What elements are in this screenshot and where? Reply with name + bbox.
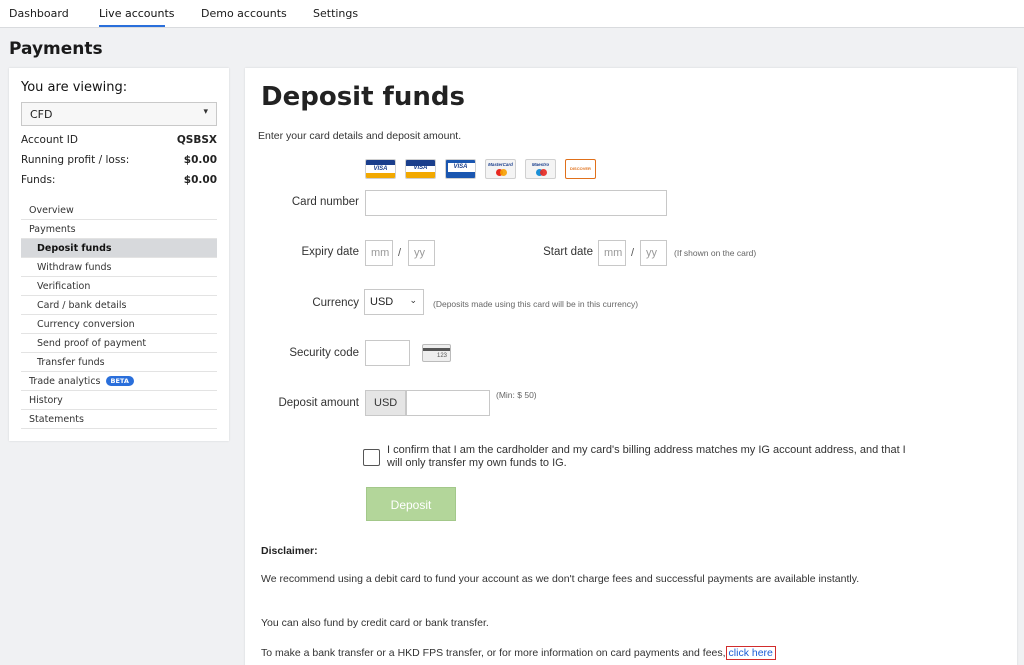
expiry-month-input[interactable]: mm (365, 240, 393, 266)
expiry-year-input[interactable]: yy (408, 240, 435, 266)
running-pl-label: Running profit / loss: (21, 154, 130, 166)
deposit-amount-input[interactable] (406, 390, 490, 416)
sidebar-item-currency-conversion[interactable]: Currency conversion (21, 315, 217, 334)
sidebar-item-statements[interactable]: Statements (21, 410, 217, 429)
tab-demo-accounts[interactable]: Demo accounts (201, 7, 287, 20)
sidebar-item-label: Verification (37, 281, 91, 292)
cvv-hint-text: 123 (436, 353, 447, 359)
start-slash: / (631, 247, 635, 259)
visa-electron-icon-text: VISA (453, 164, 468, 170)
beta-badge: BETA (105, 376, 134, 386)
sidebar-item-withdraw-funds[interactable]: Withdraw funds (21, 258, 217, 277)
funds-row: Funds: $0.00 (21, 174, 217, 186)
chevron-down-icon: ▾ (203, 107, 208, 117)
sidebar-item-label: Overview (29, 205, 74, 216)
sidebar-item-label: Statements (29, 414, 84, 425)
expiry-slash: / (398, 247, 402, 259)
account-id-label: Account ID (21, 134, 78, 146)
maestro-icon-text: Maestro (531, 162, 550, 167)
sidebar-item-label: Card / bank details (37, 300, 127, 311)
sidebar-menu: Overview Payments Deposit funds Withdraw… (21, 201, 217, 429)
funds-value: $0.00 (183, 174, 217, 186)
mastercard-icon-text: MasterCard (488, 162, 513, 167)
mastercard-icon: MasterCard (485, 159, 516, 179)
sidebar-item-send-proof-of-payment[interactable]: Send proof of payment (21, 334, 217, 353)
confirm-text: I confirm that I am the cardholder and m… (387, 444, 906, 469)
tab-dashboard[interactable]: Dashboard (9, 7, 69, 20)
discover-icon: DISCOVER (565, 159, 596, 179)
running-pl-row: Running profit / loss: $0.00 (21, 154, 217, 166)
running-pl-value: $0.00 (183, 154, 217, 166)
account-type-value: CFD (30, 108, 53, 121)
chevron-down-icon: ⌄ (409, 295, 417, 305)
visa-electron-icon: VISA (445, 159, 476, 179)
deposit-amount-label: Deposit amount (278, 397, 359, 409)
page-title: Payments (9, 39, 103, 59)
currency-select[interactable]: USD ⌄ (364, 289, 424, 315)
deposit-heading: Deposit funds (261, 82, 465, 112)
sidebar-item-label: Withdraw funds (37, 262, 112, 273)
deposit-panel: Deposit funds Enter your card details an… (245, 68, 1017, 665)
sidebar-item-history[interactable]: History (21, 391, 217, 410)
visa-debit-icon: VISA (405, 159, 436, 179)
start-date-label: Start date (543, 246, 593, 258)
confirm-checkbox[interactable] (363, 449, 380, 466)
account-sidebar: You are viewing: CFD ▾ Account ID QSBSX … (9, 68, 229, 441)
security-code-label: Security code (289, 347, 359, 359)
visa-icon-text: VISA (373, 166, 388, 172)
security-code-input[interactable] (365, 340, 410, 366)
disclaimer-paragraph-2: You can also fund by credit card or bank… (261, 617, 489, 629)
funds-label: Funds: (21, 174, 56, 186)
click-here-link[interactable]: click here (725, 646, 776, 660)
card-number-label: Card number (291, 196, 359, 208)
account-id-value: QSBSX (176, 134, 217, 146)
sidebar-item-label: History (29, 395, 63, 406)
discover-icon-text: DISCOVER (570, 166, 591, 171)
sidebar-item-overview[interactable]: Overview (21, 201, 217, 220)
disclaimer-paragraph-1: We recommend using a debit card to fund … (261, 573, 860, 585)
sidebar-item-deposit-funds[interactable]: Deposit funds (21, 239, 217, 258)
sidebar-item-trade-analytics[interactable]: Trade analytics BETA (21, 372, 217, 391)
disclaimer-title: Disclaimer: (261, 545, 318, 557)
sidebar-item-card-bank-details[interactable]: Card / bank details (21, 296, 217, 315)
expiry-date-label: Expiry date (301, 246, 359, 258)
tab-settings[interactable]: Settings (313, 7, 358, 20)
amount-currency-prefix: USD (365, 390, 406, 416)
bank-transfer-text: To make a bank transfer or a HKD FPS tra… (261, 647, 726, 659)
visa-icon: VISA (365, 159, 396, 179)
sidebar-item-label: Payments (29, 224, 76, 235)
card-number-input[interactable] (365, 190, 667, 216)
intro-text: Enter your card details and deposit amou… (258, 130, 462, 142)
viewing-label: You are viewing: (21, 80, 128, 95)
currency-value: USD (370, 296, 394, 308)
sidebar-item-label: Currency conversion (37, 319, 135, 330)
top-nav: Dashboard Live accounts Demo accounts Se… (0, 0, 1024, 28)
sidebar-item-transfer-funds[interactable]: Transfer funds (21, 353, 217, 372)
sidebar-item-label: Deposit funds (37, 243, 112, 254)
sidebar-item-verification[interactable]: Verification (21, 277, 217, 296)
start-year-input[interactable]: yy (640, 240, 667, 266)
start-date-note: (If shown on the card) (674, 248, 757, 258)
tab-live-accounts[interactable]: Live accounts (99, 7, 175, 20)
active-tab-indicator (99, 25, 165, 27)
start-month-input[interactable]: mm (598, 240, 626, 266)
maestro-icon: Maestro (525, 159, 556, 179)
visa-debit-icon-text: VISA (413, 165, 428, 171)
sidebar-item-label: Transfer funds (37, 357, 105, 368)
sidebar-item-label: Send proof of payment (37, 338, 147, 349)
disclaimer-paragraph-3: To make a bank transfer or a HKD FPS tra… (261, 646, 881, 661)
card-back-icon: 123 (422, 344, 451, 362)
currency-label: Currency (312, 297, 359, 309)
currency-note: (Deposits made using this card will be i… (433, 299, 639, 309)
minimum-amount-note: (Min: $ 50) (496, 390, 537, 400)
account-id-row: Account ID QSBSX (21, 134, 217, 146)
sidebar-item-label: Trade analytics (29, 376, 101, 387)
sidebar-item-payments[interactable]: Payments (21, 220, 217, 239)
account-type-select[interactable]: CFD ▾ (21, 102, 217, 126)
deposit-button[interactable]: Deposit (366, 487, 456, 521)
